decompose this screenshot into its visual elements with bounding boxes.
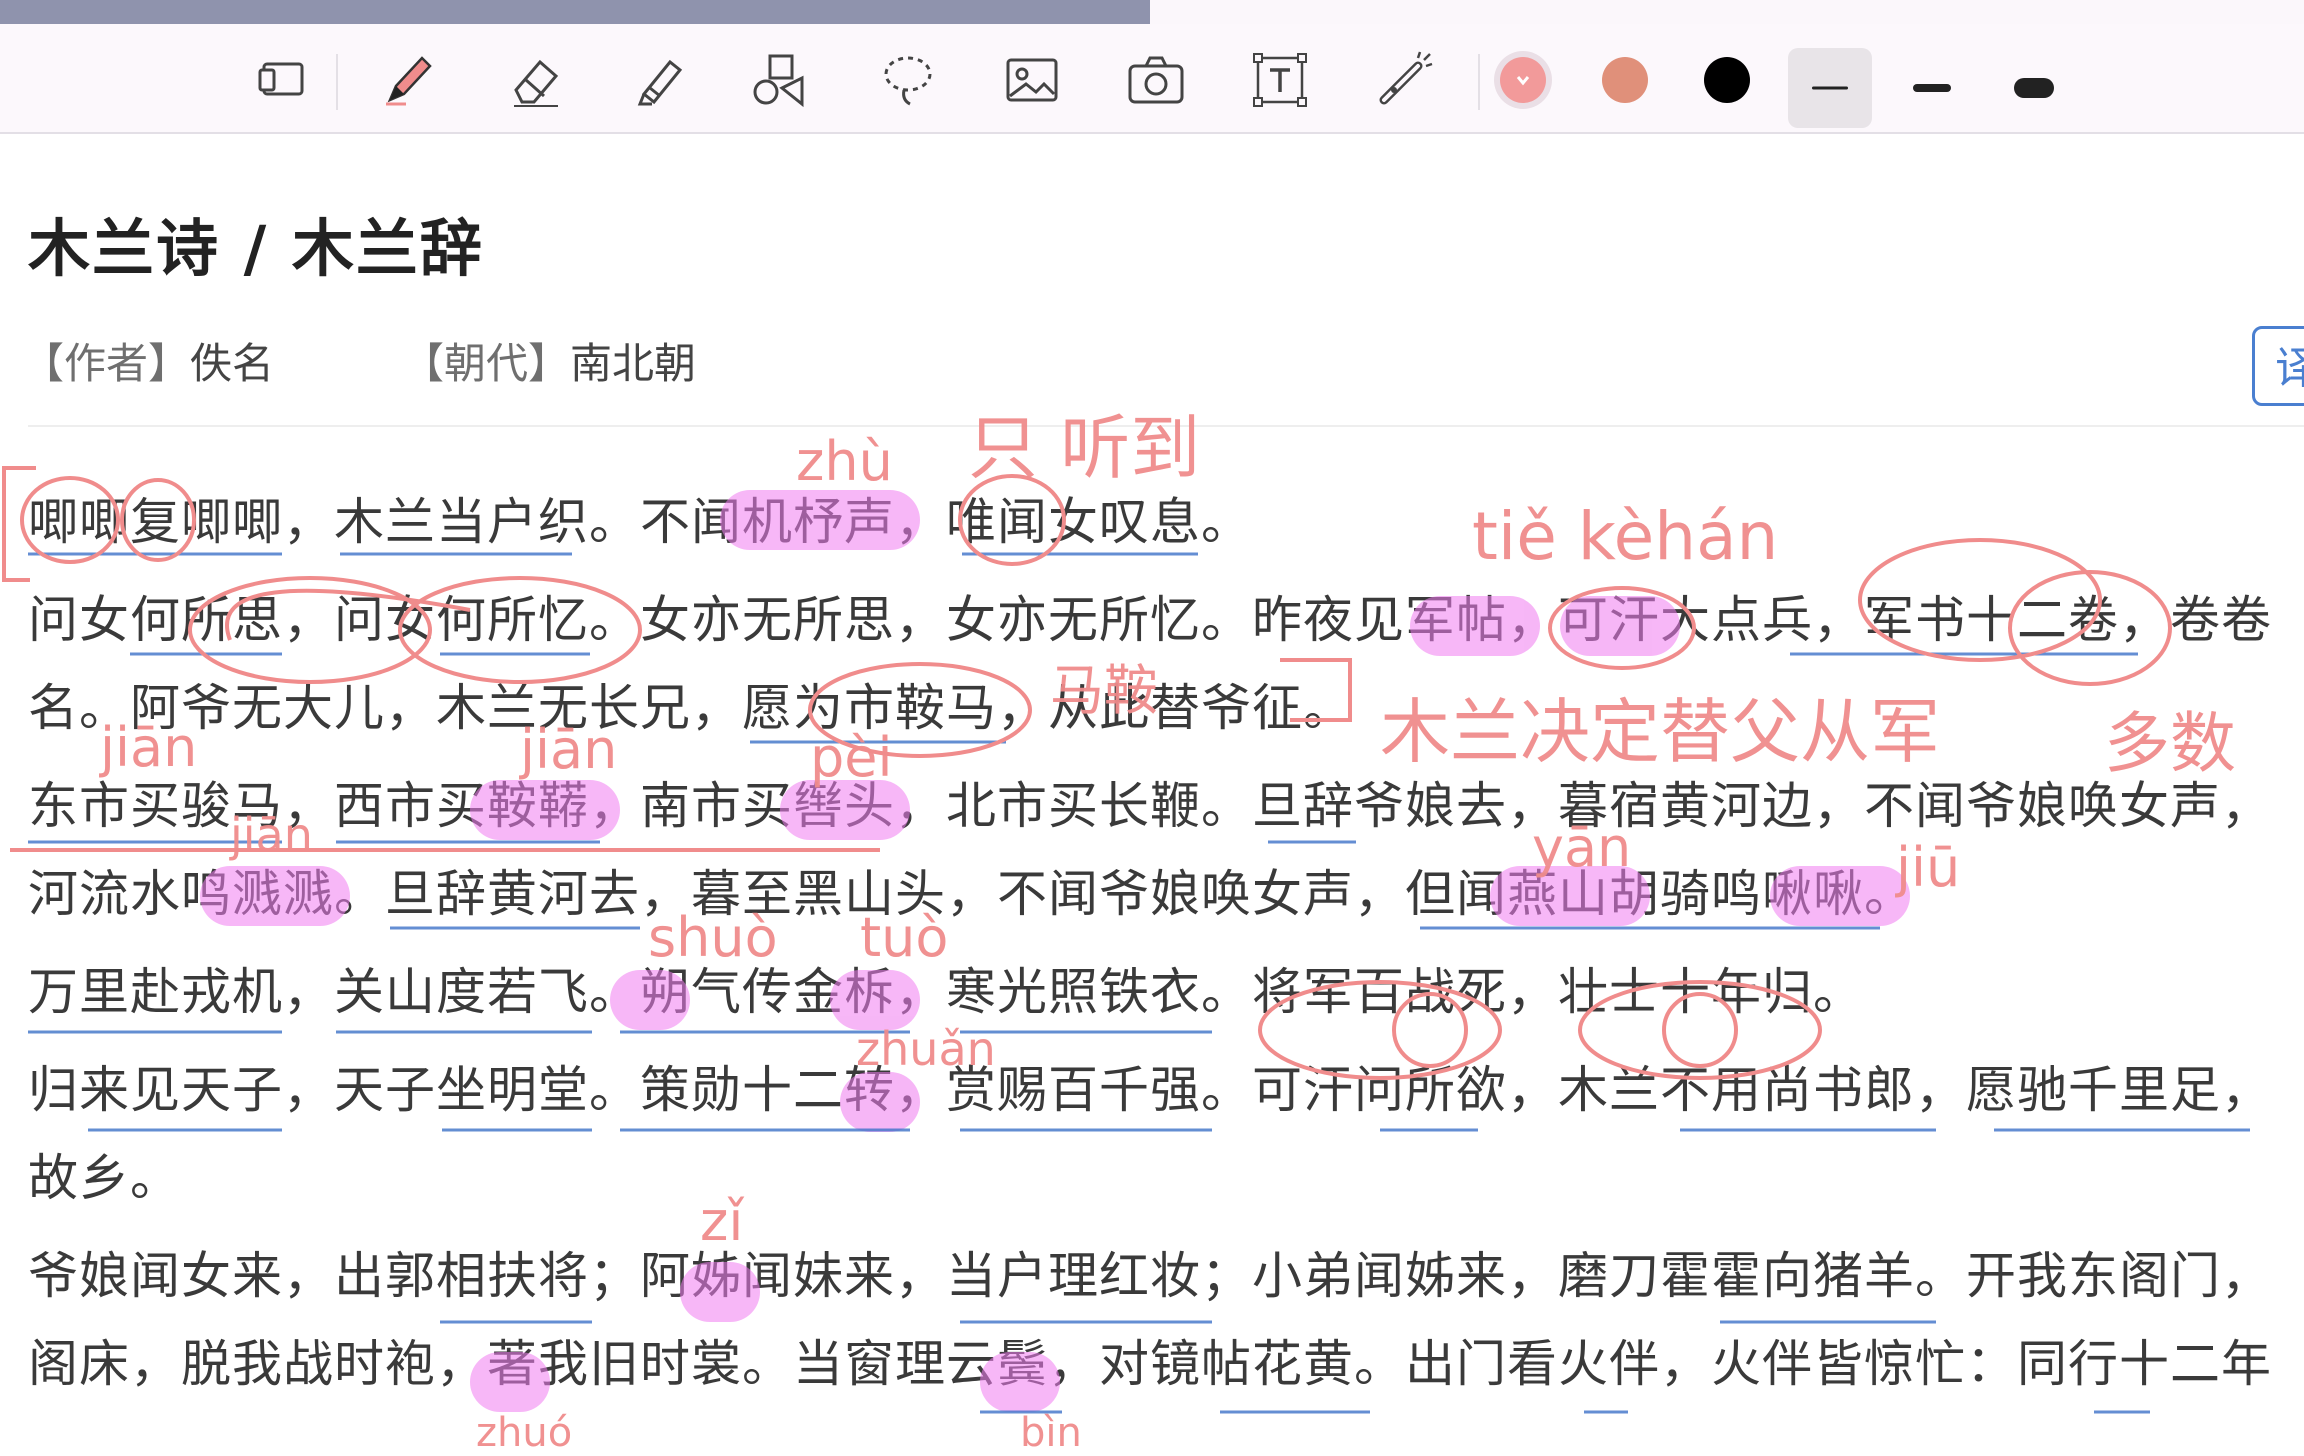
annotation-note: zhù <box>796 430 893 493</box>
text-box-icon[interactable] <box>1248 48 1312 112</box>
camera-icon[interactable] <box>1124 48 1188 112</box>
poem-line: 阁床，脱我战时袍，著我旧时裳。当窗理云鬓，对镜帖花黄。出门看火伴，火伴皆惊忙：同… <box>28 1335 2272 1393</box>
window-top-strip <box>0 0 1150 24</box>
eraser-icon[interactable] <box>504 48 568 112</box>
annotation-note: zhuǎn <box>856 1022 996 1076</box>
author-name: 佚名 <box>190 339 275 388</box>
shapes-icon[interactable] <box>748 48 812 112</box>
annotation-note: pèi <box>810 726 893 789</box>
lasso-icon[interactable] <box>876 48 940 112</box>
image-icon[interactable] <box>1000 48 1064 112</box>
annotation-note: tuò <box>860 906 949 969</box>
drawing-toolbar <box>0 24 2304 134</box>
author-label: 【作者】 <box>22 339 191 388</box>
annotation-note: shuò <box>648 906 778 969</box>
poem-line: 归来见天子，天子坐明堂。策勋十二转，赏赐百千强。可汗问所欲，木兰不用尚书郎，愿驰… <box>28 1061 2272 1119</box>
dynasty-meta: 【朝代】南北朝 <box>402 330 696 391</box>
annotation-note: yān <box>1532 816 1632 879</box>
page-title: 木兰诗 / 木兰辞 <box>28 212 484 285</box>
poem-line: 爷娘闻女来，出郭相扶将；阿姊闻妹来，当户理红妆；小弟闻姊来，磨刀霍霍向猪羊。开我… <box>28 1247 2272 1305</box>
annotation-note: bìn <box>1020 1410 1082 1456</box>
poem-line: 名。阿爷无大儿，木兰无长兄，愿为市鞍马，从此替爷征。 <box>28 679 1354 737</box>
stroke-thick-button[interactable] <box>1992 48 2076 128</box>
translate-button[interactable]: 译 <box>2252 326 2304 406</box>
annotation-note: 只 听到 <box>968 407 1201 489</box>
poem-body: 唧唧复唧唧，木兰当户织。不闻机杼声，唯闻女叹息。 问女何所思，问女何所忆。女亦无… <box>28 478 2304 1408</box>
poem-line: 万里赴戎机，关山度若飞。朔气传金柝，寒光照铁衣。将军百战死，壮士十年归。 <box>28 963 1864 1021</box>
page-icon[interactable] <box>250 48 314 112</box>
color-swatch-pink[interactable] <box>1500 57 1546 103</box>
annotation-note: 马鞍 <box>1050 659 1158 722</box>
annotation-note: jiān <box>230 808 313 862</box>
highlighter-icon[interactable] <box>628 48 692 112</box>
annotation-note: jiān <box>100 716 198 779</box>
poem-line: 河流水鸣溅溅。旦辞黄河去，暮至黑山头，不闻爷娘唤女声，但闻燕山胡骑鸣啾啾。 <box>28 865 1915 923</box>
toolbar-divider <box>1478 54 1480 110</box>
color-swatch-black[interactable] <box>1704 57 1750 103</box>
dynasty-label: 【朝代】 <box>402 339 571 388</box>
pen-icon[interactable] <box>376 48 440 112</box>
dynasty-name: 南北朝 <box>570 339 697 388</box>
annotation-note: 木兰决定替父从军 <box>1380 691 1940 773</box>
poem-line: 东市买骏马，西市买鞍鞯，南市买辔头，北市买长鞭。旦辞爷娘去，暮宿黄河边，不闻爷娘… <box>28 777 2272 835</box>
color-swatch-salmon[interactable] <box>1602 57 1648 103</box>
window-top-strip-right <box>1150 0 2304 24</box>
author-meta: 【作者】佚名 <box>22 330 274 391</box>
stroke-thin-button[interactable] <box>1788 48 1872 128</box>
poem-line: 问女何所思，问女何所忆。女亦无所思，女亦无所忆。昨夜见军帖，可汗大点兵，军书十二… <box>28 591 2272 649</box>
annotation-note: zhuó <box>476 1410 573 1456</box>
toolbar-divider <box>336 54 338 110</box>
stroke-medium-button[interactable] <box>1890 48 1974 128</box>
annotation-note: jiū <box>1896 836 1961 899</box>
poem-line: 故乡。 <box>28 1149 181 1207</box>
laser-pointer-icon[interactable] <box>1372 48 1436 112</box>
annotation-note: 多数 <box>2104 705 2236 782</box>
annotation-note: jiān <box>520 718 618 781</box>
annotation-note: zǐ <box>700 1190 744 1253</box>
annotation-note: tiě kèhán <box>1472 498 1779 575</box>
